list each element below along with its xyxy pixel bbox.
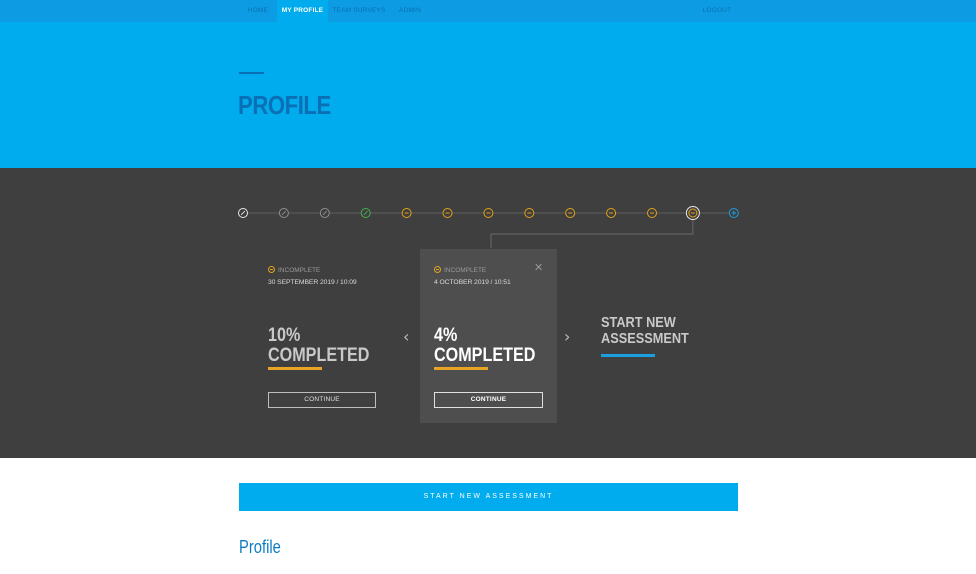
minus-circle-icon[interactable] <box>442 208 453 218</box>
incomplete-icon <box>268 266 275 273</box>
nav-logout[interactable]: LOGOUT <box>700 0 734 22</box>
plus-circle-icon[interactable] <box>728 208 739 218</box>
check-circle-icon[interactable] <box>238 208 248 218</box>
completion-underline <box>434 367 488 370</box>
chevron-right-icon[interactable]: › <box>564 329 570 345</box>
assessment-card: INCOMPLETE 30 SEPTEMBER 2019 / 10:09 10%… <box>253 249 390 423</box>
nav-home[interactable]: HOME <box>239 0 277 22</box>
nav-admin[interactable]: ADMIN <box>393 0 427 22</box>
start-new-assessment-link[interactable]: START NEW ASSESSMENT <box>601 315 689 347</box>
assessment-card-selected: INCOMPLETE ✕ 4 OCTOBER 2019 / 10:51 4% CO… <box>420 249 557 423</box>
check-circle-icon[interactable] <box>278 208 289 218</box>
minus-circle-icon[interactable] <box>401 208 412 218</box>
start-new-assessment-button[interactable]: START NEW ASSESSMENT <box>239 483 738 511</box>
minus-circle-icon[interactable] <box>685 206 700 220</box>
top-nav: HOME MY PROFILE TEAM SURVEYS ADMIN LOGOU… <box>0 0 976 22</box>
assessment-datetime: 30 SEPTEMBER 2019 / 10:09 <box>268 279 357 286</box>
incomplete-icon <box>434 266 441 273</box>
status-label: INCOMPLETE <box>268 266 320 274</box>
profile-section-title: Profile <box>239 537 281 557</box>
continue-button[interactable]: CONTINUE <box>434 392 543 408</box>
hero-banner: PROFILE <box>0 22 976 168</box>
nav-team-surveys[interactable]: TEAM SURVEYS <box>331 0 387 22</box>
status-label: INCOMPLETE <box>434 266 486 274</box>
completion-percent: 10% COMPLETED <box>268 325 370 366</box>
nav-my-profile[interactable]: MY PROFILE <box>277 0 328 22</box>
assessment-datetime: 4 OCTOBER 2019 / 10:51 <box>434 279 511 286</box>
check-circle-icon[interactable] <box>319 208 330 218</box>
page-title: PROFILE <box>238 90 331 120</box>
completion-underline <box>268 367 322 370</box>
timeline-connector <box>490 220 694 248</box>
minus-circle-icon[interactable] <box>565 208 576 218</box>
minus-circle-icon[interactable] <box>483 208 494 218</box>
continue-button[interactable]: CONTINUE <box>268 392 376 408</box>
minus-circle-icon[interactable] <box>524 208 535 218</box>
chevron-left-icon[interactable]: ‹ <box>403 329 409 345</box>
assessment-timeline <box>238 206 739 248</box>
check-circle-icon[interactable] <box>360 208 371 218</box>
new-assessment-underline <box>601 354 655 357</box>
minus-circle-icon[interactable] <box>647 208 657 218</box>
completion-percent: 4% COMPLETED <box>434 325 536 366</box>
assessments-panel: INCOMPLETE 30 SEPTEMBER 2019 / 10:09 10%… <box>0 168 976 458</box>
close-icon[interactable]: ✕ <box>534 263 543 274</box>
title-accent-bar <box>239 72 264 74</box>
minus-circle-icon[interactable] <box>606 208 617 218</box>
